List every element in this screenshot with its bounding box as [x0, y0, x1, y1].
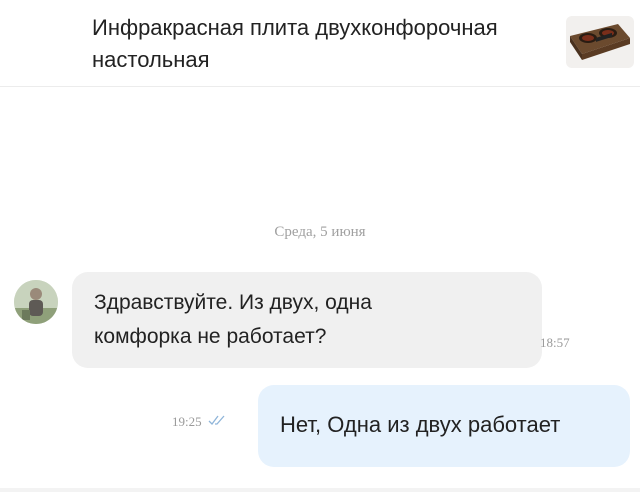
outgoing-message-time: 19:25	[172, 414, 202, 429]
stove-thumbnail-icon[interactable]	[566, 16, 634, 68]
outgoing-message-bubble[interactable]: Нет, Одна из двух работает	[258, 385, 630, 467]
incoming-message-time: 18:57	[540, 335, 570, 350]
bottom-divider	[0, 488, 640, 492]
date-separator: Среда, 5 июня	[274, 224, 366, 240]
chat-header: Инфракрасная плита двухконфорочная насто…	[0, 0, 640, 87]
incoming-message-bubble[interactable]: Здравствуйте. Из двух, одна комфорка не …	[72, 272, 542, 368]
outgoing-message-text: Нет, Одна из двух работает	[280, 412, 561, 437]
incoming-message-text: Здравствуйте. Из двух, одна комфорка не …	[94, 291, 372, 348]
product-title[interactable]: Инфракрасная плита двухконфорочная насто…	[92, 12, 532, 76]
avatar[interactable]	[14, 280, 58, 324]
outgoing-meta: 19:25	[172, 410, 228, 434]
incoming-message-time-wrap: 18:57	[540, 334, 570, 352]
double-check-icon	[208, 413, 228, 431]
